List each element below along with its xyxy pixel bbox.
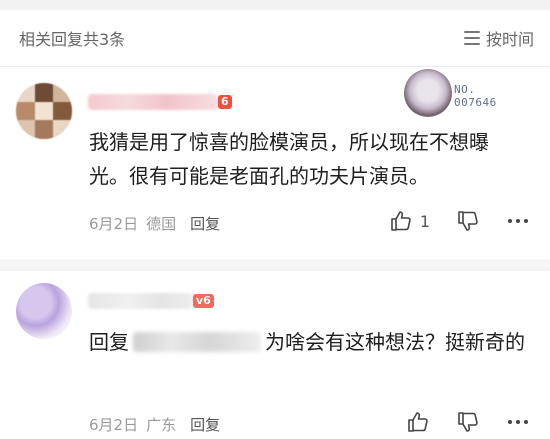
thumbs-up-icon	[391, 211, 411, 231]
list-sort-icon	[463, 31, 480, 45]
thumbs-down-icon	[458, 211, 478, 231]
comment-meta: 6月2日 德国 回复	[89, 213, 220, 234]
medal-number: NO. 007646	[454, 83, 497, 109]
fan-medal-icon	[404, 69, 452, 117]
avatar-mosaic	[35, 102, 54, 121]
like-button[interactable]	[406, 410, 430, 434]
avatar[interactable]	[16, 83, 72, 139]
avatar-mosaic	[53, 120, 72, 139]
avatar-mosaic	[53, 102, 72, 121]
avatar-mosaic	[35, 83, 54, 102]
more-button[interactable]	[506, 209, 530, 233]
comment-text: 回复 为啥会有这种想法？挺新奇的	[89, 325, 526, 359]
dislike-button[interactable]	[456, 410, 480, 434]
like-count: 1	[419, 211, 430, 231]
comment-text: 我猜是用了惊喜的脸模演员，所以现在不想曝光。很有可能是老面孔的功夫片演员。	[89, 130, 489, 188]
comment-location: 广东	[146, 416, 177, 434]
comment-actions: 1	[389, 209, 530, 233]
avatar-mosaic	[35, 120, 54, 139]
comment-item: 6 NO. 007646 我猜是用了惊喜的脸模演员，所以现在不想曝光。很有可能是…	[0, 67, 550, 260]
comment-meta: 6月2日 广东 回复	[89, 414, 220, 435]
sort-label: 按时间	[485, 30, 534, 49]
reply-button[interactable]: 回复	[190, 414, 220, 435]
avatar-mosaic	[16, 83, 35, 102]
avatar[interactable]	[16, 283, 72, 339]
more-dots-icon	[508, 219, 528, 223]
avatar-mosaic	[16, 120, 35, 139]
avatar-mosaic	[53, 83, 72, 102]
top-strip	[0, 0, 550, 10]
like-button[interactable]: 1	[389, 209, 430, 233]
level-badge: 6	[218, 95, 232, 109]
username-redacted[interactable]	[88, 293, 193, 309]
replies-header: 相关回复共3条 按时间	[0, 10, 550, 67]
reply-text: 为啥会有这种想法？挺新奇的	[265, 330, 525, 354]
comment-actions	[406, 410, 530, 434]
comment-location: 德国	[146, 215, 177, 233]
mention-redacted[interactable]	[133, 332, 261, 352]
sort-by-time-button[interactable]: 按时间	[463, 25, 534, 51]
avatar-mosaic	[16, 102, 35, 121]
thumbs-up-icon	[408, 412, 428, 432]
level-badge: v6	[193, 294, 214, 308]
comment-date: 6月2日	[89, 215, 139, 233]
more-dots-icon	[508, 420, 528, 424]
reply-count-title: 相关回复共3条	[19, 30, 126, 49]
more-button[interactable]	[506, 410, 530, 434]
reply-prefix: 回复	[89, 330, 129, 354]
username-redacted[interactable]	[88, 94, 218, 110]
reply-button[interactable]: 回复	[190, 213, 220, 234]
dislike-button[interactable]	[456, 209, 480, 233]
comment-item: v6 回复 为啥会有这种想法？挺新奇的 6月2日 广东 回复	[0, 270, 550, 439]
comment-date: 6月2日	[89, 416, 139, 434]
thumbs-down-icon	[458, 412, 478, 432]
